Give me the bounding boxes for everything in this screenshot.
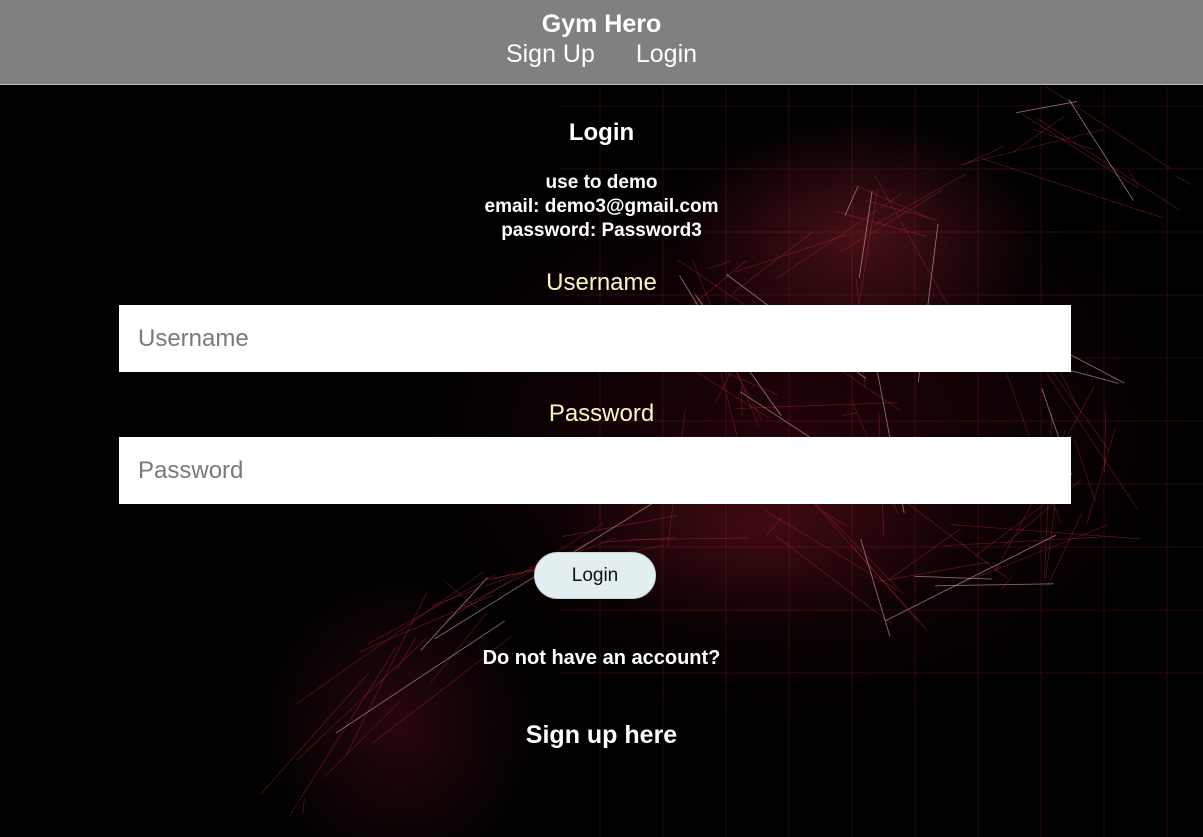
brand-title: Gym Hero	[541, 10, 662, 38]
page: Gym Hero Sign Up Login Login use to demo…	[0, 0, 1203, 837]
username-label: Username	[546, 269, 657, 296]
demo-email-line: email: demo3@gmail.com	[484, 196, 719, 217]
no-account-text: Do not have an account?	[482, 647, 721, 669]
login-button[interactable]: Login	[534, 552, 656, 599]
signup-link-row: Sign up here	[0, 720, 1203, 750]
demo-info-line: use to demo	[545, 172, 658, 193]
password-input[interactable]	[119, 437, 1071, 504]
password-label: Password	[548, 400, 655, 427]
top-nav-bar: Gym Hero Sign Up Login	[0, 0, 1203, 85]
demo-credentials-info: use to demo email: demo3@gmail.com passw…	[0, 171, 1203, 243]
nav-links: Sign Up Login	[0, 39, 1203, 69]
page-title: Login	[568, 119, 635, 146]
nav-login-link[interactable]: Login	[636, 39, 697, 69]
demo-password-line: password: Password3	[501, 220, 702, 241]
nav-signup-link[interactable]: Sign Up	[506, 39, 595, 69]
username-input[interactable]	[119, 305, 1071, 372]
signup-here-link[interactable]: Sign up here	[526, 721, 677, 749]
